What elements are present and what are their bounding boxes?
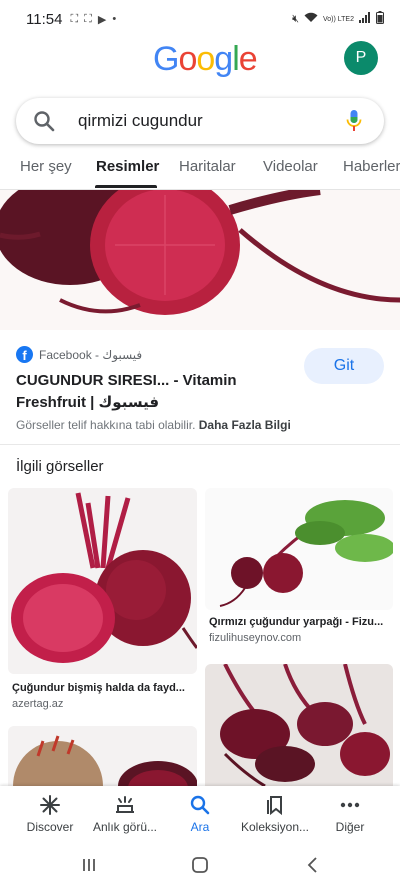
status-bar: 11:54 ⛶ ⛶ ▶ • 🔇︎ Vo)) LTE2	[0, 0, 400, 38]
nav-collections-label: Koleksiyon...	[240, 820, 310, 834]
nav-snapshot-label: Anlık görü...	[92, 820, 158, 834]
screenshot-icon: ⛶	[70, 12, 79, 25]
search-tabs: Her şey Resimler Haritalar Videolar Habe…	[0, 152, 400, 190]
related-card[interactable]: Çuğundur bişmiş halda da fayd... azertag…	[8, 488, 197, 718]
logo-letter: G	[153, 40, 179, 78]
snapshot-icon	[116, 796, 134, 813]
tab-all[interactable]: Her şey	[20, 158, 72, 175]
home-icon[interactable]	[191, 856, 209, 874]
facebook-icon: f	[16, 346, 33, 363]
search-icon[interactable]	[32, 109, 56, 133]
network-label: Vo)) LTE2	[323, 15, 354, 23]
more-dots-icon	[340, 802, 360, 808]
beet-slices-illustration	[13, 735, 197, 786]
dot-icon: •	[112, 13, 117, 25]
google-logo[interactable]: Google	[153, 40, 258, 79]
result-title[interactable]: CUGUNDUR SIRESI... - Vitamin Freshfruit …	[16, 370, 286, 414]
related-caption: Qırmızı çuğundur yarpağı - Fizu...	[209, 616, 384, 628]
nav-search[interactable]: Ara	[160, 794, 240, 834]
divider	[0, 444, 400, 445]
nav-more-label: Diğer	[335, 820, 365, 834]
logo-letter: o	[196, 40, 215, 78]
wifi-icon	[304, 12, 318, 26]
header: Google P	[0, 38, 400, 88]
notification-icons: ⛶ ⛶ ▶ •	[70, 13, 116, 26]
copyright-notice: Görseller telif hakkına tabi olabilir. D…	[16, 418, 291, 432]
recent-apps-icon[interactable]	[80, 856, 98, 874]
tab-maps[interactable]: Haritalar	[179, 158, 236, 175]
play-icon: ▶	[97, 13, 107, 26]
source-label: Facebook - فيسبوك	[39, 347, 143, 362]
related-domain: fizulihuseynov.com	[209, 632, 302, 644]
beet-halves-illustration	[11, 492, 197, 663]
result-title-line1: CUGUNDUR SIRESI... - Vitamin	[16, 372, 237, 389]
beet-bunch-illustration	[220, 664, 390, 786]
copyright-text: Görseller telif hakkına tabi olabilir.	[16, 418, 196, 432]
related-domain: azertag.az	[12, 698, 64, 710]
related-card[interactable]	[8, 726, 197, 786]
related-thumbnail[interactable]	[8, 488, 197, 674]
tab-news[interactable]: Haberler	[343, 158, 400, 175]
related-thumbnail[interactable]	[8, 726, 197, 786]
beet-hero-illustration	[0, 190, 400, 315]
signal-icon	[359, 12, 371, 26]
tab-images[interactable]: Resimler	[96, 158, 159, 175]
battery-icon	[376, 11, 384, 27]
beet-leaves-illustration	[219, 500, 393, 607]
tab-videos[interactable]: Videolar	[263, 158, 318, 175]
related-thumbnail[interactable]	[205, 488, 393, 610]
more-info-link[interactable]: Daha Fazla Bilgi	[199, 418, 291, 432]
nav-snapshot[interactable]: Anlık görü...	[85, 794, 165, 834]
related-card[interactable]	[205, 664, 393, 786]
nav-collections[interactable]: Koleksiyon...	[235, 794, 315, 834]
related-caption: Çuğundur bişmiş halda da fayd...	[12, 682, 185, 694]
mute-icon: 🔇︎	[292, 12, 299, 25]
bookmark-icon	[267, 796, 282, 816]
related-heading: İlgili görseller	[16, 458, 104, 475]
system-icons: 🔇︎ Vo)) LTE2	[292, 11, 384, 27]
back-icon[interactable]	[304, 856, 322, 874]
nav-discover[interactable]: Discover	[10, 794, 90, 834]
related-thumbnail[interactable]	[205, 664, 393, 786]
active-tab-indicator	[95, 185, 157, 188]
related-card[interactable]: Qırmızı çuğundur yarpağı - Fizu... fizul…	[205, 488, 393, 648]
nav-more[interactable]: Diğer	[310, 794, 390, 834]
visit-button[interactable]: Git	[304, 348, 384, 384]
logo-letter: e	[238, 40, 258, 78]
logo-letter: o	[178, 40, 197, 78]
nav-search-label: Ara	[190, 820, 210, 834]
avatar[interactable]: P	[344, 41, 378, 75]
status-time: 11:54	[26, 10, 63, 28]
search-input[interactable]: qirmizi cugundur	[78, 111, 203, 131]
search-box[interactable]: qirmizi cugundur	[16, 98, 384, 144]
result-title-line2: Freshfruit | فيسبوك	[16, 394, 160, 411]
microphone-icon[interactable]	[346, 109, 362, 133]
preview-image[interactable]	[0, 190, 400, 330]
logo-letter: g	[214, 40, 233, 78]
search-icon	[190, 795, 210, 815]
system-navigation-bar	[0, 844, 400, 888]
asterisk-icon	[40, 795, 60, 815]
bottom-navigation: Discover Anlık görü... Ara Koleksiyon...…	[0, 786, 400, 844]
nav-discover-label: Discover	[26, 820, 74, 834]
screenshot-icon-2: ⛶	[84, 12, 92, 25]
result-source[interactable]: f Facebook - فيسبوك	[16, 346, 142, 363]
